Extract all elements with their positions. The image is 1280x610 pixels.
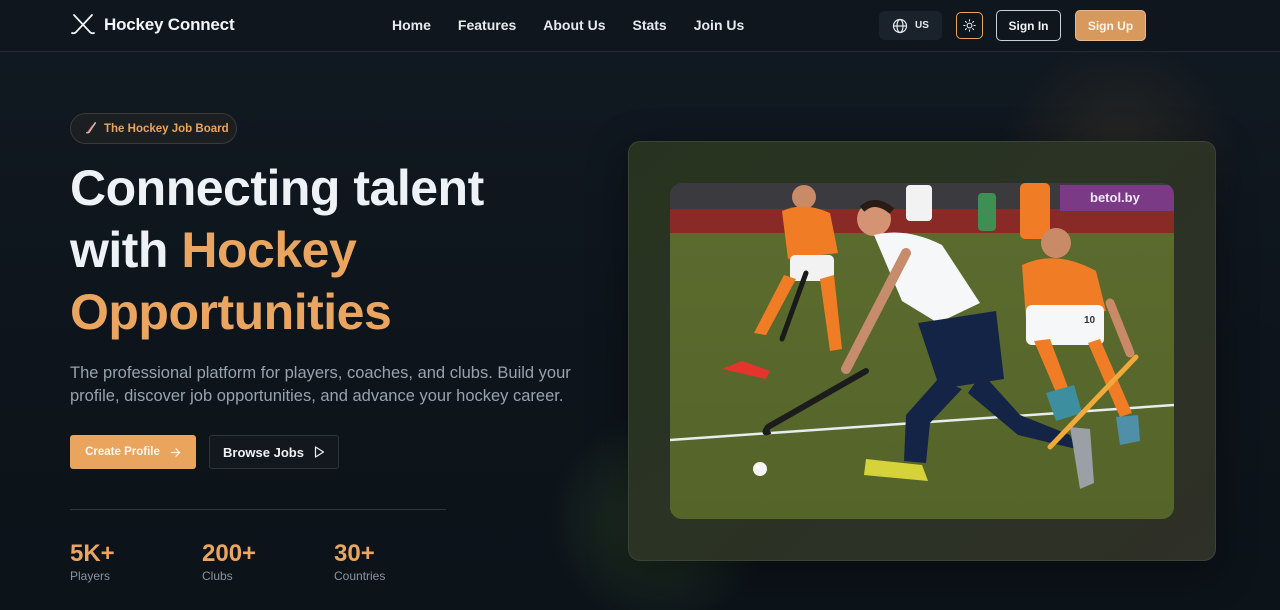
stat-value: 5K+ <box>70 540 115 567</box>
banner-text: betol.by <box>1090 190 1141 205</box>
hero-headline: Connecting talent with Hockey Opportunit… <box>70 157 590 343</box>
language-code: US <box>915 20 929 31</box>
stat-label: Players <box>70 569 111 583</box>
crossed-hockey-sticks-icon <box>71 14 95 35</box>
svg-text:10: 10 <box>1084 315 1096 326</box>
language-selector[interactable]: US <box>879 11 942 40</box>
stat-players: 5K+ Players <box>70 540 115 583</box>
headline-with: with <box>70 222 182 278</box>
sun-icon <box>963 19 976 32</box>
field-hockey-match-illustration: betol.by 10 <box>670 183 1174 519</box>
nav-link-features[interactable]: Features <box>458 17 516 33</box>
arrow-right-icon <box>170 447 181 457</box>
stat-value: 30+ <box>334 540 375 567</box>
stat-countries: 30+ Countries <box>334 540 385 583</box>
nav-link-join-us[interactable]: Join Us <box>694 17 745 33</box>
stat-label: Clubs <box>202 569 233 583</box>
browse-jobs-label: Browse Jobs <box>223 444 304 460</box>
nav-link-home[interactable]: Home <box>392 17 431 33</box>
field-hockey-photo: betol.by 10 <box>670 183 1174 519</box>
stats-divider <box>70 509 446 510</box>
headline-accent-hockey: Hockey <box>181 222 357 278</box>
top-navbar: Hockey Connect Home Features About Us St… <box>0 0 1280 52</box>
stat-label: Countries <box>334 569 386 583</box>
headline-line-1: Connecting talent <box>70 160 484 216</box>
brand-name: Hockey Connect <box>104 15 235 34</box>
theme-toggle-button[interactable] <box>956 12 983 39</box>
stat-clubs: 200+ Clubs <box>202 540 256 583</box>
sign-in-button[interactable]: Sign In <box>996 10 1061 41</box>
globe-icon <box>892 18 908 33</box>
create-profile-button[interactable]: Create Profile <box>70 435 196 469</box>
nav-link-stats[interactable]: Stats <box>632 17 666 33</box>
play-icon <box>314 446 325 458</box>
browse-jobs-button[interactable]: Browse Jobs <box>209 435 339 469</box>
hero-badge-text: The Hockey Job Board <box>104 122 229 135</box>
hero-badge: The Hockey Job Board <box>70 113 237 144</box>
sign-up-button[interactable]: Sign Up <box>1075 10 1146 41</box>
brand-logo[interactable]: Hockey Connect <box>70 12 235 38</box>
main-nav: Home Features About Us Stats Join Us <box>392 17 744 33</box>
stat-value: 200+ <box>202 540 257 567</box>
create-profile-label: Create Profile <box>85 446 160 458</box>
headline-accent-opportunities: Opportunities <box>70 284 392 340</box>
hockey-stick-icon <box>86 122 96 134</box>
nav-link-about-us[interactable]: About Us <box>543 17 605 33</box>
hero-description: The professional platform for players, c… <box>70 364 571 405</box>
